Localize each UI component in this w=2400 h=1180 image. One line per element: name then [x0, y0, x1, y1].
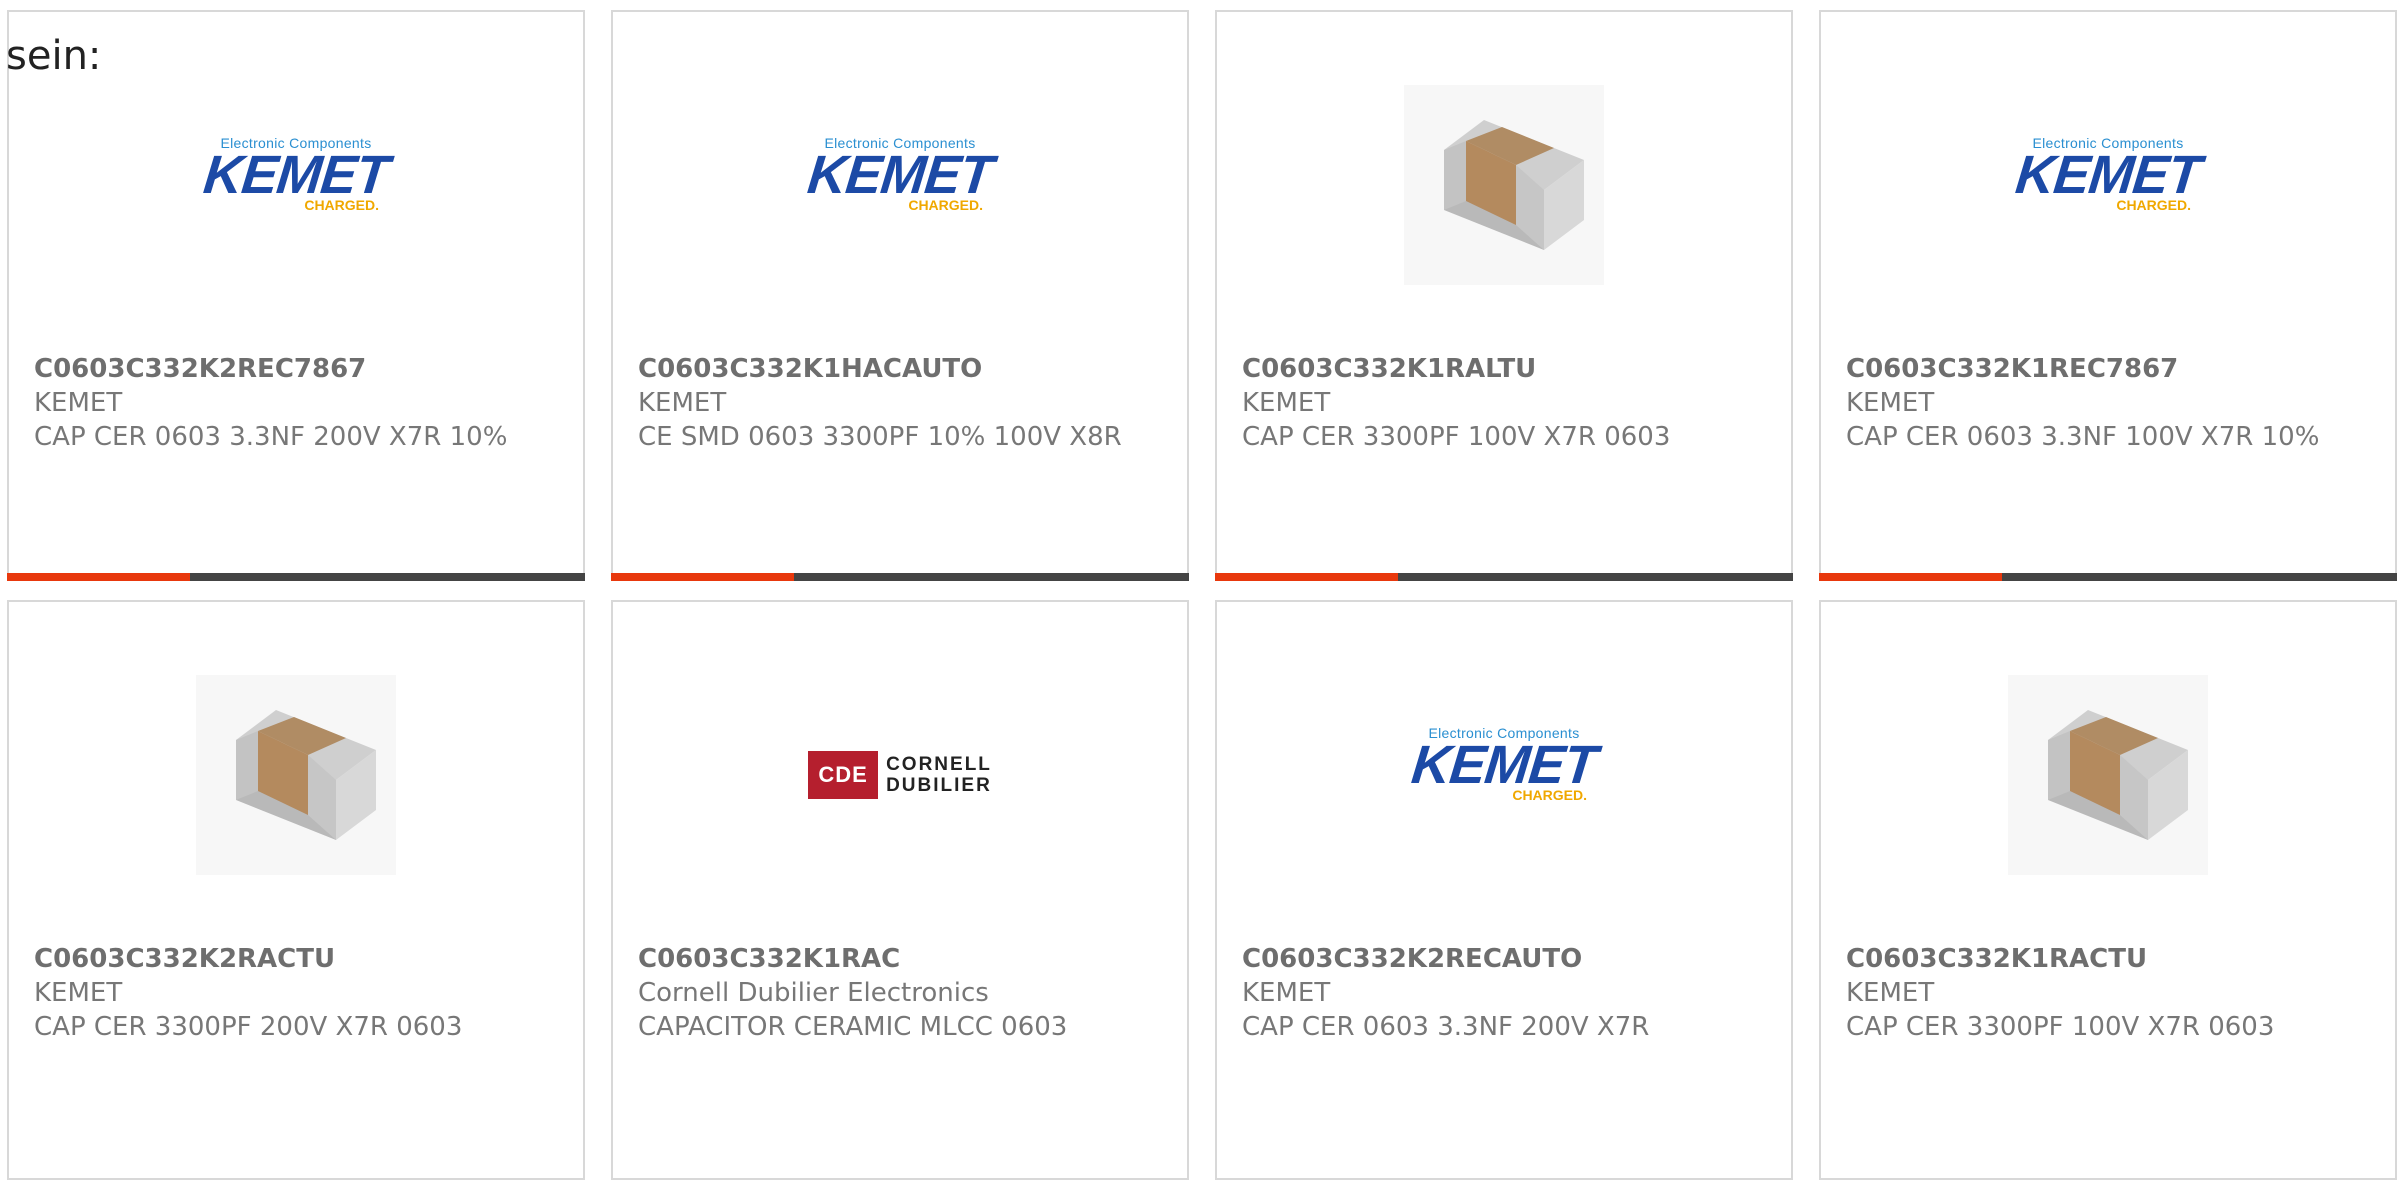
- product-card[interactable]: Electronic Components KEMET CHARGED. C06…: [1819, 10, 2397, 581]
- manufacturer: KEMET: [1242, 388, 1331, 418]
- kemet-logo: Electronic Components KEMET CHARGED.: [2003, 135, 2213, 225]
- card-accent: [1819, 573, 2002, 581]
- product-image: Electronic Components KEMET CHARGED.: [1821, 72, 2395, 297]
- product-info: C0603C332K1RAC Cornell Dubilier Electron…: [638, 942, 1147, 1044]
- description: CAP CER 3300PF 100V X7R 0603: [1846, 1012, 2275, 1042]
- cde-logo-line1: CORNELL: [886, 753, 992, 775]
- product-info: C0603C332K1RALTU KEMET CAP CER 3300PF 10…: [1242, 352, 1751, 454]
- manufacturer: KEMET: [638, 388, 727, 418]
- product-card[interactable]: Electronic Components KEMET CHARGED. C06…: [7, 10, 585, 581]
- product-image: CDE CORNELL DUBILIER: [613, 662, 1187, 887]
- product-card[interactable]: C0603C332K2RACTU KEMET CAP CER 3300PF 20…: [7, 600, 585, 1180]
- part-number[interactable]: C0603C332K2RACTU: [34, 942, 543, 976]
- manufacturer: KEMET: [1846, 978, 1935, 1008]
- kemet-logo: Electronic Components KEMET CHARGED.: [795, 135, 1005, 225]
- description: CAP CER 0603 3.3NF 200V X7R 10%: [34, 422, 508, 452]
- card-accent: [1215, 573, 1398, 581]
- description: CAP CER 3300PF 100V X7R 0603: [1242, 422, 1671, 452]
- product-card[interactable]: Electronic Components KEMET CHARGED. C06…: [611, 10, 1189, 581]
- card-bottom-bar: [7, 573, 585, 581]
- part-number[interactable]: C0603C332K1HACAUTO: [638, 352, 1147, 386]
- card-bottom-bar: [1215, 573, 1793, 581]
- intro-text: sein:: [6, 33, 102, 79]
- description: CAP CER 0603 3.3NF 100V X7R 10%: [1846, 422, 2320, 452]
- part-number[interactable]: C0603C332K1REC7867: [1846, 352, 2355, 386]
- part-number[interactable]: C0603C332K2REC7867: [34, 352, 543, 386]
- product-grid: Electronic Components KEMET CHARGED. C06…: [0, 0, 2400, 1180]
- product-card[interactable]: C0603C332K1RACTU KEMET CAP CER 3300PF 10…: [1819, 600, 2397, 1180]
- manufacturer: Cornell Dubilier Electronics: [638, 978, 989, 1008]
- kemet-name: KEMET: [804, 144, 996, 205]
- chip-capacitor-image: [196, 674, 396, 875]
- product-image: [9, 662, 583, 887]
- cde-logo-box: CDE: [808, 750, 879, 799]
- product-info: C0603C332K2REC7867 KEMET CAP CER 0603 3.…: [34, 352, 543, 454]
- description: CAP CER 0603 3.3NF 200V X7R: [1242, 1012, 1650, 1042]
- part-number[interactable]: C0603C332K1RALTU: [1242, 352, 1751, 386]
- kemet-logo: Electronic Components KEMET CHARGED.: [1399, 725, 1609, 815]
- card-bottom-bar: [1819, 573, 2397, 581]
- product-info: C0603C332K2RACTU KEMET CAP CER 3300PF 20…: [34, 942, 543, 1044]
- kemet-name: KEMET: [1408, 734, 1600, 795]
- kemet-logo: Electronic Components KEMET CHARGED.: [191, 135, 401, 225]
- chip-capacitor-image: [1404, 84, 1604, 285]
- description: CAP CER 3300PF 200V X7R 0603: [34, 1012, 463, 1042]
- product-info: C0603C332K1REC7867 KEMET CAP CER 0603 3.…: [1846, 352, 2355, 454]
- manufacturer: KEMET: [34, 388, 123, 418]
- part-number[interactable]: C0603C332K1RACTU: [1846, 942, 2355, 976]
- product-image: Electronic Components KEMET CHARGED.: [9, 72, 583, 297]
- product-info: C0603C332K1HACAUTO KEMET CE SMD 0603 330…: [638, 352, 1147, 454]
- manufacturer: KEMET: [34, 978, 123, 1008]
- part-number[interactable]: C0603C332K1RAC: [638, 942, 1147, 976]
- kemet-name: KEMET: [200, 144, 392, 205]
- description: CE SMD 0603 3300PF 10% 100V X8R: [638, 422, 1122, 452]
- product-image: [1217, 72, 1791, 297]
- card-bottom-bar: [611, 573, 1189, 581]
- cde-logo: CDE CORNELL DUBILIER: [808, 750, 992, 799]
- chip-capacitor-image: [2008, 674, 2208, 875]
- manufacturer: KEMET: [1846, 388, 1935, 418]
- product-info: C0603C332K2RECAUTO KEMET CAP CER 0603 3.…: [1242, 942, 1751, 1044]
- product-card[interactable]: CDE CORNELL DUBILIER C0603C332K1RAC Corn…: [611, 600, 1189, 1180]
- product-image: [1821, 662, 2395, 887]
- product-card[interactable]: Electronic Components KEMET CHARGED. C06…: [1215, 600, 1793, 1180]
- product-card[interactable]: C0603C332K1RALTU KEMET CAP CER 3300PF 10…: [1215, 10, 1793, 581]
- product-info: C0603C332K1RACTU KEMET CAP CER 3300PF 10…: [1846, 942, 2355, 1044]
- cde-logo-words: CORNELL DUBILIER: [886, 754, 992, 796]
- card-accent: [7, 573, 190, 581]
- cde-logo-line2: DUBILIER: [886, 774, 992, 796]
- product-image: Electronic Components KEMET CHARGED.: [613, 72, 1187, 297]
- part-number[interactable]: C0603C332K2RECAUTO: [1242, 942, 1751, 976]
- product-image: Electronic Components KEMET CHARGED.: [1217, 662, 1791, 887]
- manufacturer: KEMET: [1242, 978, 1331, 1008]
- card-accent: [611, 573, 794, 581]
- description: CAPACITOR CERAMIC MLCC 0603: [638, 1012, 1068, 1042]
- kemet-name: KEMET: [2012, 144, 2204, 205]
